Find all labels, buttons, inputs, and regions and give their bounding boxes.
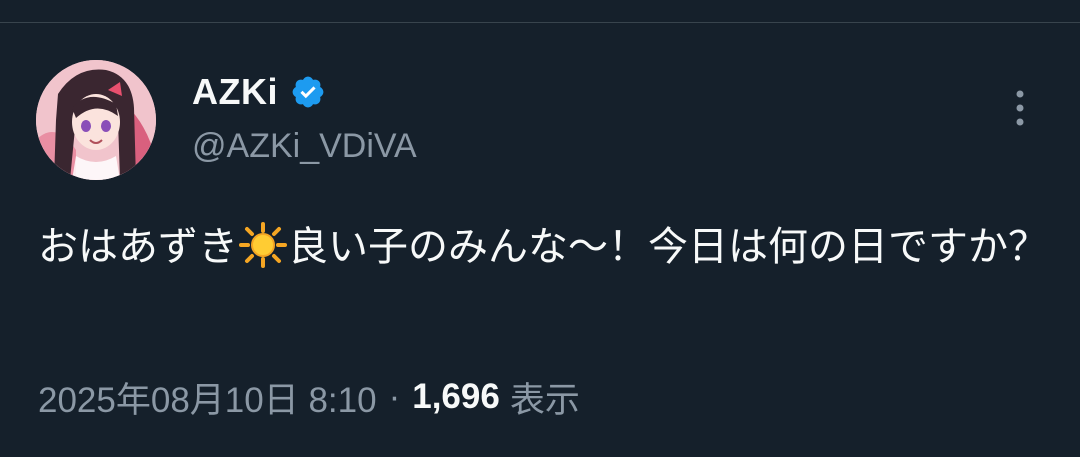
view-count: 1,696 bbox=[412, 377, 500, 416]
tweet-text-part2: 良い子のみんな〜！今日は何の日ですか？ bbox=[288, 224, 1048, 270]
avatar[interactable] bbox=[36, 60, 156, 180]
author-handle[interactable]: @AZKi_VDiVA bbox=[192, 124, 417, 168]
author-name-row[interactable]: AZKi bbox=[192, 70, 326, 114]
tweet-meta: 2025年08月10日 8:10 · 1,696 表示 bbox=[38, 372, 580, 422]
tweet-text: おはあずき 良い子のみんな〜！今日は何の日ですか？ bbox=[38, 214, 1048, 280]
tweet-text-part1: おはあずき bbox=[38, 224, 238, 270]
sun-emoji-icon bbox=[238, 222, 288, 268]
avatar-image bbox=[36, 60, 156, 180]
top-divider bbox=[0, 22, 1080, 23]
display-name[interactable]: AZKi bbox=[192, 71, 278, 113]
more-options-icon[interactable] bbox=[1006, 86, 1034, 130]
verified-badge-icon bbox=[290, 74, 326, 110]
meta-separator: · bbox=[388, 377, 401, 416]
views-label: 表示 bbox=[509, 380, 580, 420]
timestamp[interactable]: 2025年08月10日 8:10 bbox=[38, 372, 377, 423]
